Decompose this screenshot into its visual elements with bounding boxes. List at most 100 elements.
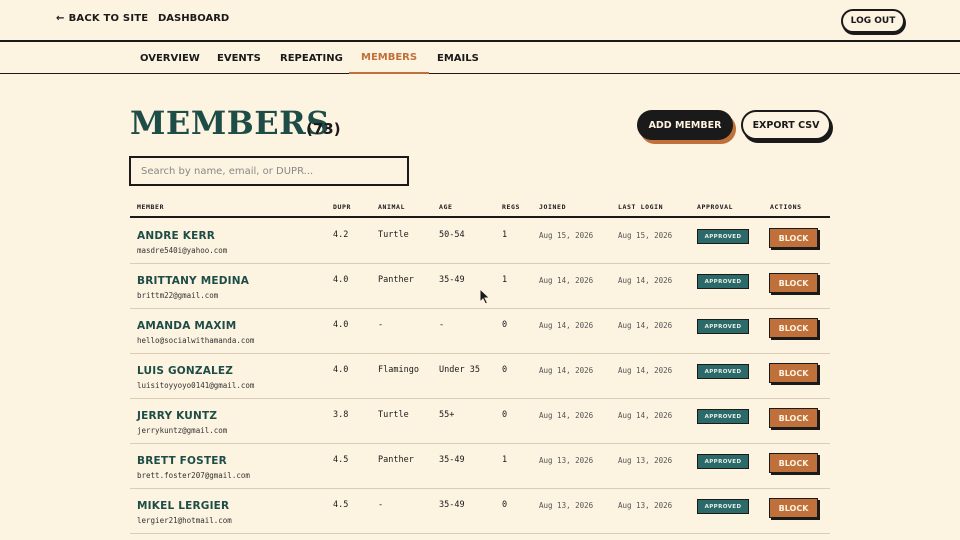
age-cell: Under 35 — [439, 365, 480, 375]
last-login-cell: Aug 14, 2026 — [618, 276, 673, 285]
back-to-site-label: BACK TO SITE — [68, 13, 149, 24]
column-header-approval: APPROVAL — [697, 203, 734, 211]
add-member-button[interactable]: ADD MEMBER — [637, 110, 733, 140]
table-row: MIKEL LERGIER lergier21@hotmail.com 4.5 - 35… — [130, 489, 830, 534]
member-name[interactable]: BRETT FOSTER — [137, 455, 227, 467]
dupr-cell: 4.5 — [333, 500, 349, 510]
dashboard-link[interactable]: DASHBOARD — [158, 13, 229, 24]
tab-repeating[interactable]: REPEATING — [268, 42, 355, 74]
column-header-member: MEMBER — [137, 203, 165, 211]
block-button[interactable]: BLOCK — [769, 228, 818, 248]
column-header-joined: JOINED — [539, 203, 567, 211]
last-login-cell: Aug 13, 2026 — [618, 501, 673, 510]
member-email: brett.foster207@gmail.com — [137, 471, 250, 480]
member-email: jerrykuntz@gmail.com — [137, 426, 228, 435]
animal-cell: - — [378, 500, 384, 510]
last-login-cell: Aug 14, 2026 — [618, 321, 673, 330]
joined-cell: Aug 14, 2026 — [539, 411, 594, 420]
table-row: JERRY KUNTZ jerrykuntz@gmail.com 3.8 Turtle… — [130, 399, 830, 444]
approval-status-badge[interactable]: APPROVED — [697, 409, 749, 424]
search-input[interactable] — [129, 156, 409, 186]
member-name[interactable]: AMANDA MAXIM — [137, 320, 236, 332]
age-cell: 35-49 — [439, 455, 465, 465]
arrow-left-icon: ← — [56, 13, 65, 24]
mouse-cursor-icon — [479, 288, 491, 305]
block-button[interactable]: BLOCK — [769, 273, 818, 293]
age-cell: - — [439, 320, 445, 330]
joined-cell: Aug 14, 2026 — [539, 366, 594, 375]
age-cell: 35-49 — [439, 275, 465, 285]
column-header-dupr: DUPR — [333, 203, 352, 211]
tab-overview[interactable]: OVERVIEW — [128, 42, 212, 74]
block-button[interactable]: BLOCK — [769, 453, 818, 473]
dupr-cell: 4.0 — [333, 320, 349, 330]
regs-cell: 0 — [502, 320, 508, 330]
table-row: AMANDA MAXIM hello@socialwithamanda.com 4.… — [130, 309, 830, 354]
approval-status-badge[interactable]: APPROVED — [697, 319, 749, 334]
member-name[interactable]: BRITTANY MEDINA — [137, 275, 249, 287]
animal-cell: - — [378, 320, 384, 330]
member-name[interactable]: LUIS GONZALEZ — [137, 365, 233, 377]
member-email: brittm22@gmail.com — [137, 291, 219, 300]
logout-button[interactable]: LOG OUT — [841, 9, 905, 33]
regs-cell: 0 — [502, 410, 508, 420]
table-row: ANDRE KERR masdre540i@yahoo.com 4.2 Turtle 5… — [130, 219, 830, 264]
regs-cell: 1 — [502, 275, 508, 285]
tab-bar: OVERVIEW EVENTS REPEATING MEMBERS EMAILS — [0, 42, 960, 74]
page-title: MEMBERS — [130, 104, 330, 142]
dupr-cell: 4.5 — [333, 455, 349, 465]
age-cell: 50-54 — [439, 230, 465, 240]
member-email: luisitoyyoyo0141@gmail.com — [137, 381, 255, 390]
joined-cell: Aug 14, 2026 — [539, 321, 594, 330]
top-bar: ← BACK TO SITE DASHBOARD LOG OUT — [0, 0, 960, 42]
last-login-cell: Aug 15, 2026 — [618, 231, 673, 240]
regs-cell: 1 — [502, 455, 508, 465]
animal-cell: Turtle — [378, 230, 409, 240]
tab-emails[interactable]: EMAILS — [425, 42, 491, 74]
member-email: lergier21@hotmail.com — [137, 516, 232, 525]
animal-cell: Flamingo — [378, 365, 419, 375]
member-name[interactable]: JERRY KUNTZ — [137, 410, 217, 422]
member-name[interactable]: ANDRE KERR — [137, 230, 215, 242]
tab-events[interactable]: EVENTS — [205, 42, 273, 74]
member-email: hello@socialwithamanda.com — [137, 336, 255, 345]
dupr-cell: 4.0 — [333, 365, 349, 375]
approval-status-badge[interactable]: APPROVED — [697, 274, 749, 289]
block-button[interactable]: BLOCK — [769, 408, 818, 428]
block-button[interactable]: BLOCK — [769, 318, 818, 338]
column-header-regs: REGS — [502, 203, 521, 211]
joined-cell: Aug 13, 2026 — [539, 501, 594, 510]
tab-members[interactable]: MEMBERS — [349, 42, 430, 74]
approval-status-badge[interactable]: APPROVED — [697, 454, 749, 469]
block-button[interactable]: BLOCK — [769, 498, 818, 518]
block-button[interactable]: BLOCK — [769, 363, 818, 383]
column-header-animal: ANIMAL — [378, 203, 406, 211]
dupr-cell: 3.8 — [333, 410, 349, 420]
animal-cell: Turtle — [378, 410, 409, 420]
regs-cell: 1 — [502, 230, 508, 240]
column-header-actions: ACTIONS — [770, 203, 802, 211]
column-header-age: AGE — [439, 203, 453, 211]
approval-status-badge[interactable]: APPROVED — [697, 229, 749, 244]
column-header-last-login: LAST LOGIN — [618, 203, 664, 211]
dupr-cell: 4.2 — [333, 230, 349, 240]
member-count: (73) — [306, 120, 341, 138]
joined-cell: Aug 15, 2026 — [539, 231, 594, 240]
approval-status-badge[interactable]: APPROVED — [697, 499, 749, 514]
animal-cell: Panther — [378, 455, 414, 465]
back-to-site-link[interactable]: ← BACK TO SITE — [56, 13, 148, 24]
joined-cell: Aug 14, 2026 — [539, 276, 594, 285]
animal-cell: Panther — [378, 275, 414, 285]
member-name[interactable]: MIKEL LERGIER — [137, 500, 229, 512]
age-cell: 55+ — [439, 410, 455, 420]
approval-status-badge[interactable]: APPROVED — [697, 364, 749, 379]
dupr-cell: 4.0 — [333, 275, 349, 285]
age-cell: 35-49 — [439, 500, 465, 510]
last-login-cell: Aug 14, 2026 — [618, 411, 673, 420]
last-login-cell: Aug 13, 2026 — [618, 456, 673, 465]
regs-cell: 0 — [502, 500, 508, 510]
joined-cell: Aug 13, 2026 — [539, 456, 594, 465]
member-email: masdre540i@yahoo.com — [137, 246, 228, 255]
export-csv-button[interactable]: EXPORT CSV — [741, 110, 831, 140]
last-login-cell: Aug 14, 2026 — [618, 366, 673, 375]
